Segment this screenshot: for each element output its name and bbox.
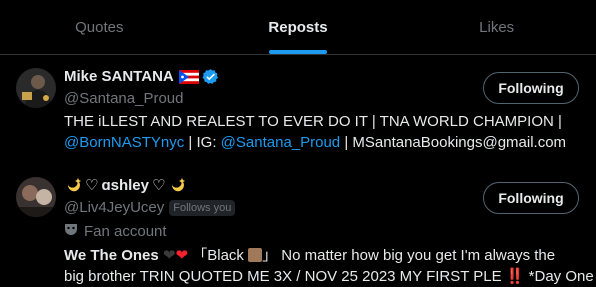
- tab-bar: Quotes Reposts Likes: [0, 0, 596, 55]
- following-button[interactable]: Following: [483, 72, 579, 104]
- user-name[interactable]: Mike SANTANA: [64, 68, 174, 85]
- avatar[interactable]: [16, 68, 56, 108]
- follows-you-badge: Follows you: [169, 199, 236, 216]
- user-name-line[interactable]: Mike SANTANA: [64, 68, 219, 85]
- sparkle-moon-icon: [168, 176, 186, 194]
- user-handle[interactable]: @Santana_Proud: [64, 90, 183, 107]
- following-button[interactable]: Following: [483, 182, 579, 214]
- heart-outline-icon: ♡: [151, 177, 166, 194]
- fan-account-text: Fan account: [84, 222, 167, 240]
- tab-quotes-label: Quotes: [75, 18, 124, 36]
- puerto-rico-flag-icon: [178, 69, 199, 84]
- user-bio: THE iLLEST AND REALEST TO EVER DO IT | T…: [64, 111, 584, 153]
- bio-separator: | IG:: [184, 134, 221, 151]
- bio-text-continued: 」 No matter how big you get I'm always t…: [262, 247, 556, 264]
- brown-square-icon: [248, 248, 263, 262]
- black-heart-icon: ❤: [162, 247, 176, 264]
- sparkle-moon-icon: [64, 176, 82, 194]
- user-bio: We The Ones ❤❤ 「Black 」 No matter how bi…: [64, 245, 596, 287]
- user-handle-line: @Santana_Proud: [64, 90, 183, 107]
- active-tab-indicator: [269, 50, 327, 54]
- user-cell-ashley[interactable]: ♡ ɑshley ♡ @Liv4JeyUcey Follows you Follow…: [0, 163, 596, 285]
- bio-ig-link[interactable]: @Santana_Proud: [221, 134, 340, 151]
- user-name[interactable]: ɑshley: [101, 177, 149, 194]
- bio-mention-link[interactable]: @BornNASTYnyc: [64, 134, 184, 151]
- tab-likes[interactable]: Likes: [397, 0, 596, 54]
- avatar[interactable]: [16, 177, 56, 217]
- mask-icon: [64, 222, 78, 240]
- fan-account-label: Fan account: [64, 222, 167, 240]
- user-cell-santana[interactable]: Mike SANTANA @Santana_Proud Following TH…: [0, 55, 596, 163]
- verified-badge-icon: [202, 68, 219, 85]
- user-handle[interactable]: @Liv4JeyUcey: [64, 199, 164, 216]
- bio-text: THE iLLEST AND REALEST TO EVER DO IT | T…: [64, 113, 562, 130]
- red-heart-icon: ❤: [175, 247, 189, 264]
- bio-bold-text: We The Ones: [64, 247, 159, 264]
- tab-reposts-label: Reposts: [268, 18, 328, 36]
- tab-quotes[interactable]: Quotes: [0, 0, 199, 54]
- bio-email: | MSantanaBookings@gmail.com: [340, 134, 567, 151]
- heart-outline-icon: ♡: [85, 177, 99, 194]
- tab-reposts[interactable]: Reposts: [199, 0, 398, 54]
- user-name-line[interactable]: ♡ ɑshley ♡: [64, 176, 186, 194]
- tab-likes-label: Likes: [479, 18, 515, 36]
- bio-text: 「Black: [192, 247, 244, 264]
- user-handle-line: @Liv4JeyUcey Follows you: [64, 199, 236, 216]
- bio-text-line2: big brother TRIN QUOTED ME 3X / NOV 25 2…: [64, 268, 594, 285]
